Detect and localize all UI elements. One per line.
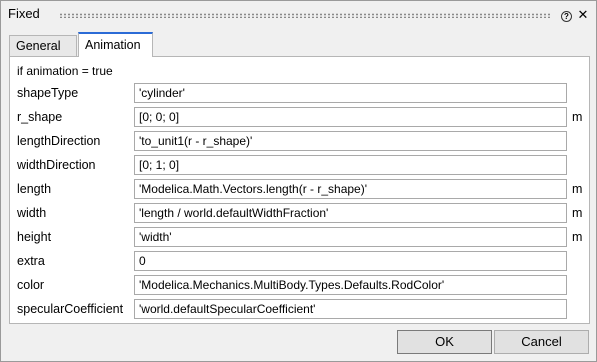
unit-height: m bbox=[572, 230, 583, 244]
close-icon[interactable]: ✕ bbox=[575, 7, 591, 23]
label-length: length bbox=[17, 182, 52, 196]
help-icon[interactable]: ? bbox=[561, 11, 572, 22]
color-field[interactable]: 'Modelica.Mechanics.MultiBody.Types.Defa… bbox=[134, 275, 567, 295]
label-height: height bbox=[17, 230, 52, 244]
label-r-shape: r_shape bbox=[17, 110, 63, 124]
width-direction-field[interactable]: [0; 1; 0] bbox=[134, 155, 567, 175]
label-extra: extra bbox=[17, 254, 45, 268]
specular-coefficient-field[interactable]: 'world.defaultSpecularCoefficient' bbox=[134, 299, 567, 319]
label-width: width bbox=[17, 206, 47, 220]
ok-button[interactable]: OK bbox=[397, 330, 492, 354]
r-shape-field[interactable]: [0; 0; 0] bbox=[134, 107, 567, 127]
height-field[interactable]: 'width' bbox=[134, 227, 567, 247]
label-width-direction: widthDirection bbox=[17, 158, 96, 172]
shapetype-field[interactable]: 'cylinder' bbox=[134, 83, 567, 103]
unit-r-shape: m bbox=[572, 110, 583, 124]
title-bar[interactable]: Fixed ? ✕ bbox=[1, 1, 596, 27]
length-field[interactable]: 'Modelica.Math.Vectors.length(r - r_shap… bbox=[134, 179, 567, 199]
label-length-direction: lengthDirection bbox=[17, 134, 101, 148]
unit-length: m bbox=[572, 182, 583, 196]
label-shapetype: shapeType bbox=[17, 86, 79, 100]
length-direction-field[interactable]: 'to_unit1(r - r_shape)' bbox=[134, 131, 567, 151]
width-field[interactable]: 'length / world.defaultWidthFraction' bbox=[134, 203, 567, 223]
dialog-window: Fixed ? ✕ General Animation if animation… bbox=[0, 0, 597, 362]
unit-width: m bbox=[572, 206, 583, 220]
tab-general[interactable]: General bbox=[9, 35, 77, 57]
drag-grip[interactable] bbox=[59, 13, 551, 18]
cancel-button[interactable]: Cancel bbox=[494, 330, 589, 354]
section-caption: if animation = true bbox=[17, 64, 113, 78]
window-title: Fixed bbox=[8, 6, 40, 21]
tab-animation[interactable]: Animation bbox=[78, 32, 153, 57]
label-color: color bbox=[17, 278, 45, 292]
extra-field[interactable]: 0 bbox=[134, 251, 567, 271]
label-specular-coefficient: specularCoefficient bbox=[17, 302, 124, 316]
